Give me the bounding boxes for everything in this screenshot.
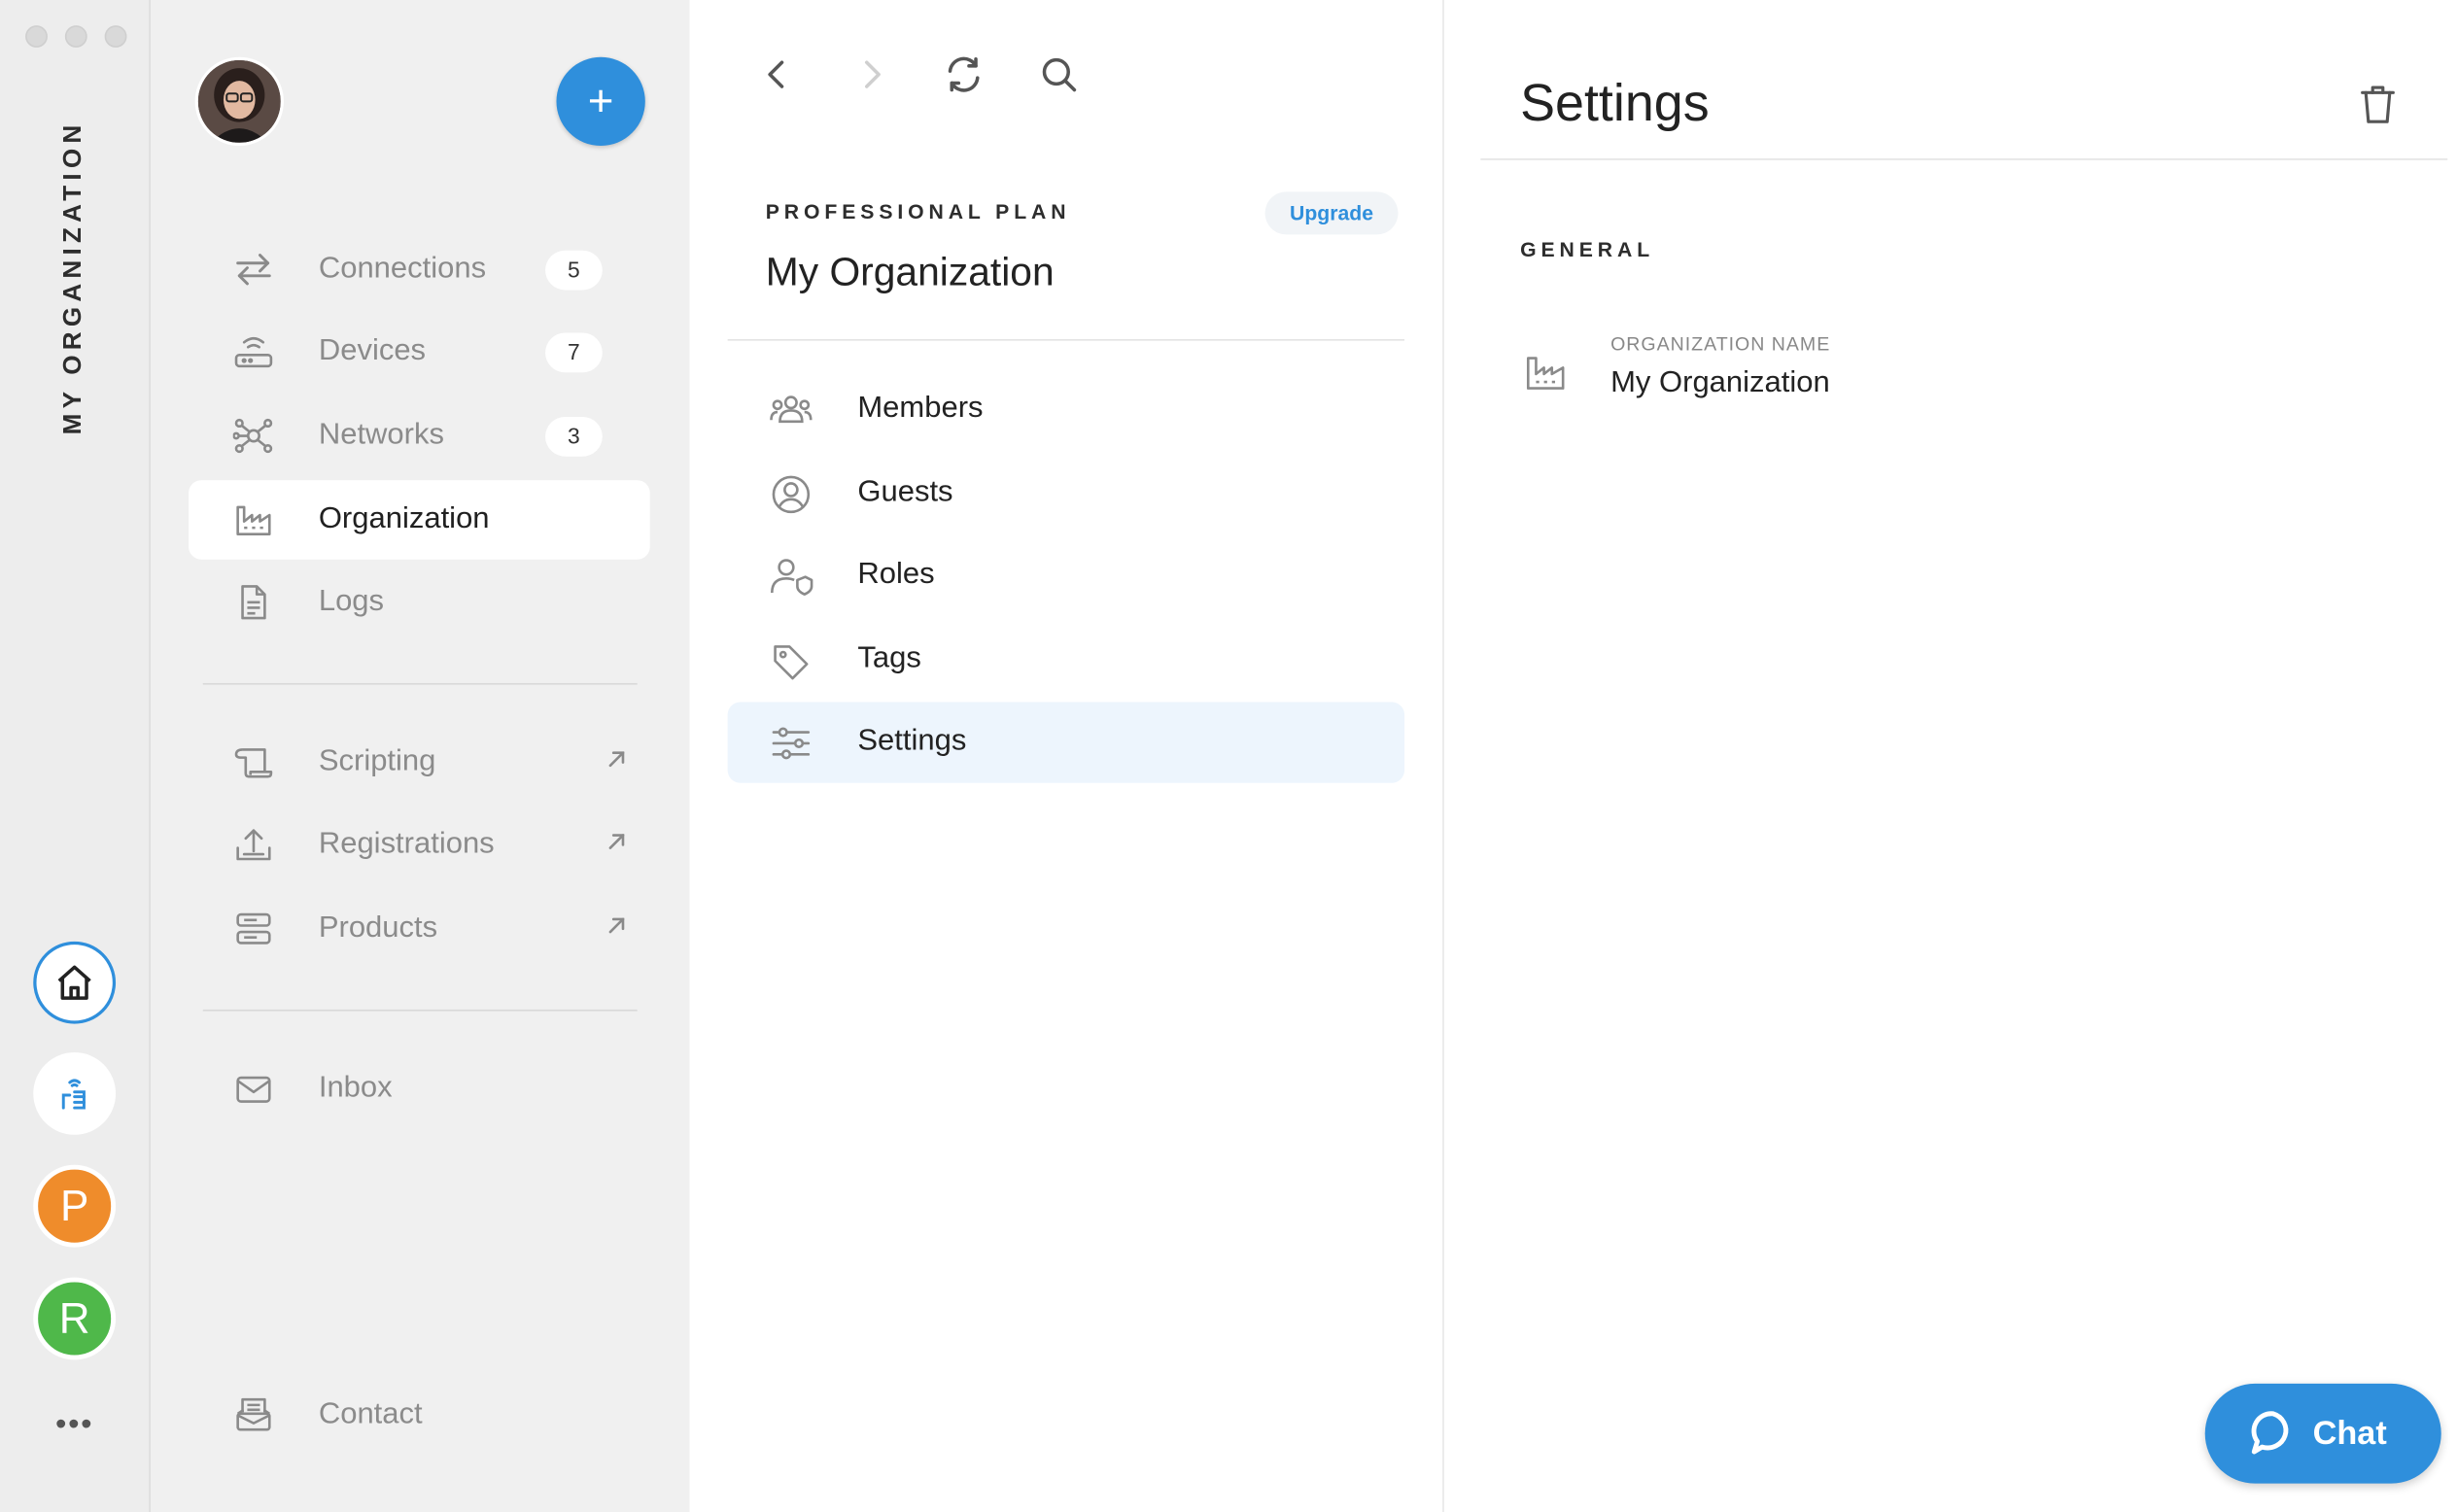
arrows-swap-icon (236, 254, 271, 286)
sidebar-item-label: Products (318, 911, 438, 945)
more-workspaces-button[interactable]: ••• (46, 1407, 103, 1444)
sidebar-divider (202, 1009, 638, 1012)
menu-item-label: Tags (857, 641, 921, 675)
sidebar-item-label: Contact (318, 1397, 423, 1431)
sidebar-item-contact[interactable]: Contact (189, 1376, 650, 1456)
sidebar-item-label: Inbox (318, 1071, 393, 1105)
workspace-rail: MY ORGANIZATION P R ••• (0, 0, 151, 1512)
back-arrow-icon[interactable] (756, 53, 797, 94)
contact-inbox-icon (236, 1397, 271, 1431)
sidebar-item-label: Connections (318, 252, 487, 286)
sidebar-item-products[interactable]: Products (189, 889, 650, 969)
server-icon (236, 912, 271, 945)
window-minimize-button[interactable] (64, 25, 87, 48)
main-sidebar: + Connections 5 Devices 7 Networks 3 Org… (150, 0, 690, 1512)
user-shield-icon (770, 559, 813, 596)
trash-icon[interactable] (2357, 83, 2398, 127)
menu-item-label: Roles (857, 558, 935, 592)
home-button[interactable] (33, 941, 117, 1024)
upgrade-button[interactable]: Upgrade (1264, 191, 1399, 235)
count-badge: 7 (545, 332, 603, 373)
organization-panel: PROFESSIONAL PLAN Upgrade My Organizatio… (689, 0, 1444, 1512)
avatar-portrait-icon (197, 59, 281, 143)
organization-title: My Organization (765, 250, 1055, 295)
menu-item-roles[interactable]: Roles (728, 535, 1404, 616)
section-heading: GENERAL (1520, 237, 1655, 262)
count-badge: 3 (545, 416, 603, 457)
settings-panel: Settings GENERAL ORGANIZATION NAME My Or… (1443, 0, 2457, 1512)
search-icon[interactable] (1038, 53, 1079, 94)
header-divider (1480, 158, 2448, 160)
workspace-p-button[interactable]: P (33, 1164, 117, 1248)
window-close-button[interactable] (25, 25, 48, 48)
sidebar-item-registrations[interactable]: Registrations (189, 806, 650, 885)
organization-name-value[interactable]: My Organization (1610, 366, 1830, 401)
sidebar-item-organization[interactable]: Organization (189, 480, 650, 560)
tag-icon (774, 645, 809, 680)
sidebar-item-label: Scripting (318, 744, 436, 778)
sidebar-divider (202, 682, 638, 685)
organization-vertical-label: MY ORGANIZATION (59, 120, 87, 435)
menu-item-tags[interactable]: Tags (728, 620, 1404, 701)
upload-icon (236, 829, 271, 861)
sliders-icon (772, 727, 811, 760)
app-window: MY ORGANIZATION P R ••• + Connections 5 … (0, 0, 2457, 1512)
chat-bubble-icon (2251, 1411, 2289, 1455)
sidebar-item-label: Networks (318, 418, 444, 452)
sidebar-item-inbox[interactable]: Inbox (189, 1049, 650, 1129)
document-icon (241, 585, 266, 620)
scroll-icon (234, 748, 273, 778)
count-badge: 5 (545, 250, 603, 291)
menu-item-label: Members (857, 391, 984, 426)
remote-workspace-button[interactable] (33, 1051, 117, 1135)
factory-icon (236, 505, 271, 535)
home-icon (57, 965, 91, 1000)
mail-icon (236, 1076, 271, 1103)
forward-arrow-icon[interactable] (851, 53, 892, 94)
sidebar-item-connections[interactable]: Connections 5 (189, 229, 650, 309)
network-nodes-icon (232, 418, 273, 454)
menu-item-settings[interactable]: Settings (727, 702, 1405, 783)
sidebar-item-logs[interactable]: Logs (189, 563, 650, 642)
menu-item-label: Guests (857, 475, 953, 509)
chat-label: Chat (2312, 1415, 2387, 1452)
panel-divider (727, 339, 1405, 341)
external-link-icon (608, 917, 625, 934)
sidebar-item-networks[interactable]: Networks 3 (189, 396, 650, 476)
menu-item-label: Settings (857, 724, 967, 758)
refresh-icon[interactable] (943, 53, 984, 94)
sidebar-item-scripting[interactable]: Scripting (189, 723, 650, 803)
sidebar-item-label: Logs (318, 584, 385, 619)
external-link-icon (608, 834, 625, 849)
remote-device-icon (61, 1079, 86, 1110)
plan-label: PROFESSIONAL PLAN (765, 199, 1071, 223)
menu-item-guests[interactable]: Guests (728, 453, 1404, 533)
user-avatar[interactable] (194, 56, 284, 147)
workspace-r-button[interactable]: R (33, 1277, 117, 1360)
sidebar-item-devices[interactable]: Devices 7 (189, 312, 650, 392)
factory-icon (1526, 357, 1565, 390)
sidebar-item-label: Devices (318, 334, 427, 368)
user-circle-icon (772, 475, 811, 514)
menu-item-members[interactable]: Members (728, 369, 1404, 450)
sidebar-item-label: Registrations (318, 827, 495, 861)
window-zoom-button[interactable] (104, 25, 127, 48)
router-icon (234, 336, 273, 368)
chat-button[interactable]: Chat (2204, 1383, 2441, 1484)
people-icon (770, 395, 813, 424)
page-title: Settings (1520, 73, 1710, 132)
external-link-icon (608, 751, 625, 768)
add-button[interactable]: + (556, 56, 645, 147)
field-label: ORGANIZATION NAME (1610, 332, 1831, 356)
sidebar-item-label: Organization (318, 502, 490, 536)
